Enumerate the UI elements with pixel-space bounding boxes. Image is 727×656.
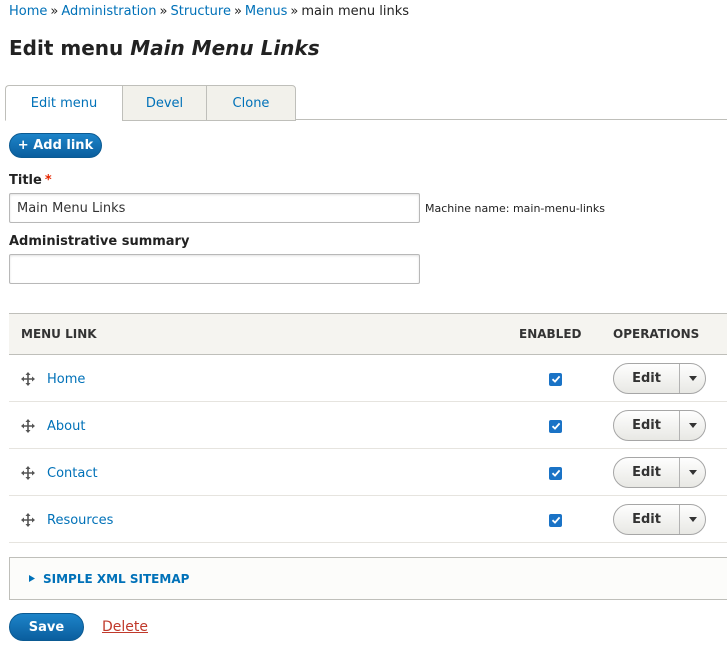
- breadcrumb-separator: »: [50, 4, 59, 19]
- save-button[interactable]: Save: [9, 613, 84, 641]
- menu-link-contact[interactable]: Contact: [47, 466, 98, 481]
- edit-button[interactable]: Edit: [614, 363, 680, 393]
- breadcrumb-separator: »: [233, 4, 242, 19]
- menu-link-about[interactable]: About: [47, 419, 85, 434]
- column-header-enabled: ENABLED: [519, 327, 582, 341]
- caret-down-icon[interactable]: [680, 411, 705, 440]
- caret-down-icon[interactable]: [680, 505, 705, 534]
- drag-handle-icon[interactable]: [9, 419, 47, 433]
- triangle-right-icon: [29, 575, 35, 582]
- breadcrumb-administration[interactable]: Administration: [61, 4, 156, 19]
- table-row: Resources Edit: [9, 496, 727, 543]
- table-header-row: MENU LINK ENABLED OPERATIONS: [9, 313, 727, 355]
- page-title-prefix: Edit menu: [9, 36, 124, 60]
- tabs: Edit menu Devel Clone: [5, 85, 296, 121]
- enabled-checkbox[interactable]: [549, 372, 562, 386]
- operations-dropbutton: Edit: [613, 409, 706, 441]
- required-marker: *: [44, 173, 52, 188]
- checkmark-icon: [551, 422, 560, 430]
- enabled-checkbox[interactable]: [549, 466, 562, 480]
- table-row: About Edit: [9, 402, 727, 449]
- title-label-text: Title: [9, 173, 42, 188]
- delete-link[interactable]: Delete: [102, 619, 148, 635]
- menu-links-table: MENU LINK ENABLED OPERATIONS Home Edit A…: [9, 313, 727, 543]
- breadcrumb-structure[interactable]: Structure: [170, 4, 230, 19]
- breadcrumb-separator: »: [159, 4, 168, 19]
- enabled-checkbox[interactable]: [549, 419, 562, 433]
- details-summary-label[interactable]: SIMPLE XML SITEMAP: [43, 572, 189, 586]
- operations-dropbutton: Edit: [613, 362, 706, 394]
- operations-dropbutton: Edit: [613, 503, 706, 535]
- page-title-menu-name: Main Menu Links: [130, 36, 320, 60]
- breadcrumb-home[interactable]: Home: [9, 4, 47, 19]
- table-row: Contact Edit: [9, 449, 727, 496]
- breadcrumb-separator: »: [290, 4, 299, 19]
- breadcrumb: Home» Administration» Structure» Menus» main…: [9, 4, 409, 19]
- tab-devel[interactable]: Devel: [122, 85, 206, 121]
- add-link-button[interactable]: + Add link: [9, 133, 102, 158]
- table-row: Home Edit: [9, 355, 727, 402]
- title-input[interactable]: [9, 193, 420, 223]
- drag-handle-icon[interactable]: [9, 466, 47, 480]
- tab-clone[interactable]: Clone: [206, 85, 296, 121]
- title-label: Title *: [9, 173, 52, 188]
- column-header-operations: OPERATIONS: [613, 327, 700, 341]
- summary-input[interactable]: [9, 254, 420, 284]
- edit-button[interactable]: Edit: [614, 504, 680, 534]
- simple-xml-sitemap-details[interactable]: SIMPLE XML SITEMAP: [9, 557, 727, 600]
- tab-edit-menu[interactable]: Edit menu: [5, 85, 122, 121]
- drag-handle-icon[interactable]: [9, 372, 47, 386]
- operations-dropbutton: Edit: [613, 456, 706, 488]
- edit-button[interactable]: Edit: [614, 410, 680, 440]
- machine-name: Machine name: main-menu-links: [425, 202, 605, 215]
- breadcrumb-current: main menu links: [301, 4, 410, 19]
- summary-label: Administrative summary: [9, 234, 190, 249]
- column-header-menu-link: MENU LINK: [21, 327, 97, 341]
- menu-link-home[interactable]: Home: [47, 372, 85, 387]
- edit-button[interactable]: Edit: [614, 457, 680, 487]
- checkmark-icon: [551, 516, 560, 524]
- caret-down-icon[interactable]: [680, 458, 705, 487]
- drag-handle-icon[interactable]: [9, 513, 47, 527]
- checkmark-icon: [551, 375, 560, 383]
- page-title: Edit menu Main Menu Links: [9, 36, 320, 60]
- enabled-checkbox[interactable]: [549, 513, 562, 527]
- menu-link-resources[interactable]: Resources: [47, 513, 113, 528]
- breadcrumb-menus[interactable]: Menus: [245, 4, 287, 19]
- checkmark-icon: [551, 469, 560, 477]
- caret-down-icon[interactable]: [680, 364, 705, 393]
